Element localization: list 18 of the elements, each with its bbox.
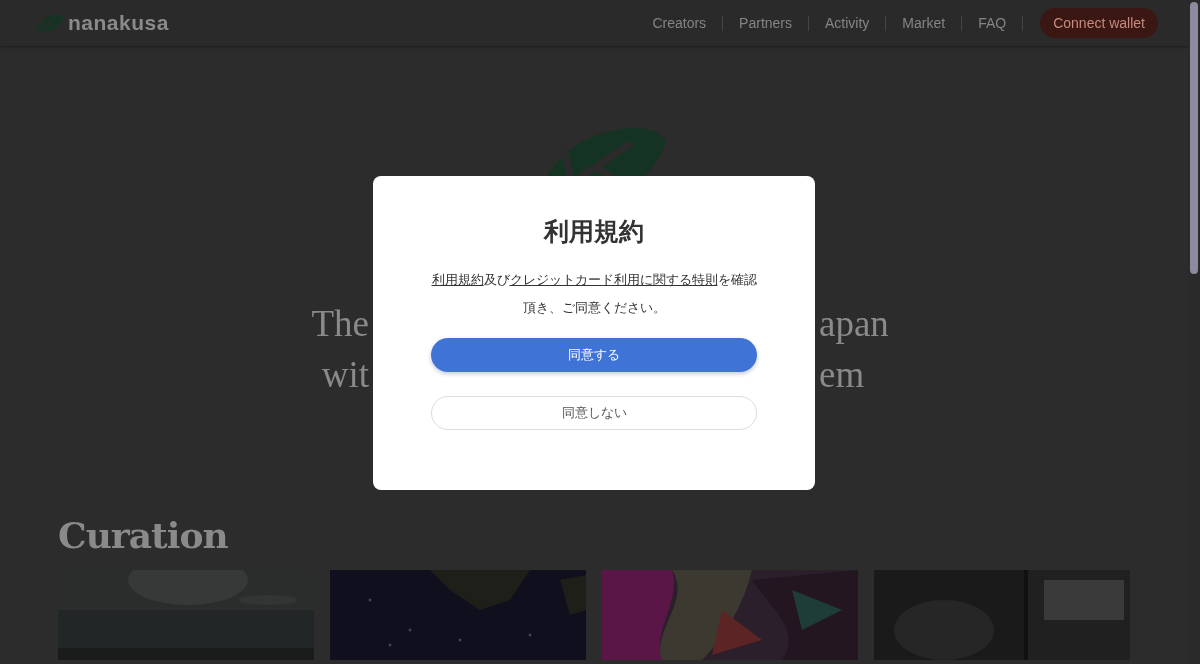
hero-heading-fragment: apan: [818, 304, 889, 344]
terms-notice: 利用規約及びクレジットカード利用に関する特則を確認 頂き、ご同意ください。: [431, 271, 757, 317]
terms-link[interactable]: 利用規約: [431, 272, 484, 287]
nav-link[interactable]: Activity: [809, 15, 886, 31]
terms-link[interactable]: クレジットカード利用に関する特則: [509, 272, 718, 287]
disagree-button[interactable]: 同意しない: [431, 396, 757, 430]
section-title: Curation: [58, 513, 229, 557]
dialog-title: 利用規約: [544, 216, 644, 248]
hero-heading-fragment: wit: [321, 355, 370, 395]
nav-link[interactable]: Partners: [723, 15, 808, 31]
nav-link[interactable]: Market: [886, 15, 962, 31]
nav-link[interactable]: Creators: [636, 15, 723, 31]
connect-wallet-button[interactable]: Connect wallet: [1040, 8, 1158, 38]
agree-button[interactable]: 同意する: [431, 338, 757, 372]
hero-heading-fragment: The: [311, 304, 370, 344]
logo-wordmark[interactable]: nanakusa: [68, 11, 169, 35]
nav-link[interactable]: FAQ: [962, 15, 1023, 31]
hero-heading-fragment: em: [818, 355, 865, 395]
